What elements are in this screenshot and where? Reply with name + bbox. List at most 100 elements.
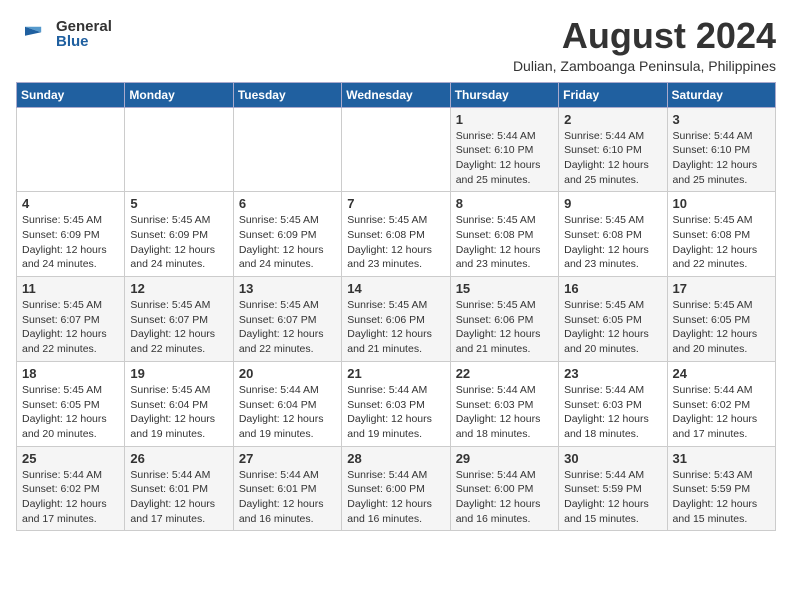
- day-info: Sunrise: 5:44 AM Sunset: 6:03 PM Dayligh…: [347, 383, 444, 442]
- calendar-cell: 24 Sunrise: 5:44 AM Sunset: 6:02 PM Dayli…: [667, 361, 775, 446]
- day-number: 25: [22, 451, 119, 466]
- calendar-cell: 8 Sunrise: 5:45 AM Sunset: 6:08 PM Daylig…: [450, 192, 558, 277]
- calendar-cell: 15 Sunrise: 5:45 AM Sunset: 6:06 PM Dayli…: [450, 277, 558, 362]
- calendar-cell: 2 Sunrise: 5:44 AM Sunset: 6:10 PM Daylig…: [559, 107, 667, 192]
- day-number: 31: [673, 451, 770, 466]
- day-number: 28: [347, 451, 444, 466]
- day-info: Sunrise: 5:44 AM Sunset: 6:02 PM Dayligh…: [673, 383, 770, 442]
- day-number: 17: [673, 281, 770, 296]
- month-year-title: August 2024: [513, 16, 776, 56]
- day-number: 3: [673, 112, 770, 127]
- calendar-header-row: SundayMondayTuesdayWednesdayThursdayFrid…: [17, 82, 776, 107]
- day-number: 14: [347, 281, 444, 296]
- calendar-cell: 14 Sunrise: 5:45 AM Sunset: 6:06 PM Dayli…: [342, 277, 450, 362]
- calendar-cell: 27 Sunrise: 5:44 AM Sunset: 6:01 PM Dayli…: [233, 446, 341, 531]
- day-number: 8: [456, 196, 553, 211]
- page-container: General Blue August 2024 Dulian, Zamboan…: [16, 16, 776, 531]
- day-info: Sunrise: 5:44 AM Sunset: 6:03 PM Dayligh…: [564, 383, 661, 442]
- day-info: Sunrise: 5:44 AM Sunset: 6:00 PM Dayligh…: [456, 468, 553, 527]
- weekday-header: Monday: [125, 82, 233, 107]
- calendar-cell: 1Sunrise: 5:44 AM Sunset: 6:10 PM Daylig…: [450, 107, 558, 192]
- logo-general-text: General: [56, 19, 112, 34]
- day-number: 19: [130, 366, 227, 381]
- day-info: Sunrise: 5:45 AM Sunset: 6:06 PM Dayligh…: [347, 298, 444, 357]
- calendar-cell: 10 Sunrise: 5:45 AM Sunset: 6:08 PM Dayli…: [667, 192, 775, 277]
- logo: General Blue: [16, 16, 112, 52]
- calendar-cell: 13Sunrise: 5:45 AM Sunset: 6:07 PM Dayli…: [233, 277, 341, 362]
- weekday-header: Wednesday: [342, 82, 450, 107]
- day-number: 1: [456, 112, 553, 127]
- weekday-header: Saturday: [667, 82, 775, 107]
- calendar-cell: 7Sunrise: 5:45 AM Sunset: 6:08 PM Daylig…: [342, 192, 450, 277]
- day-info: Sunrise: 5:44 AM Sunset: 5:59 PM Dayligh…: [564, 468, 661, 527]
- day-info: Sunrise: 5:45 AM Sunset: 6:05 PM Dayligh…: [673, 298, 770, 357]
- day-number: 18: [22, 366, 119, 381]
- day-number: 29: [456, 451, 553, 466]
- calendar-cell: 22Sunrise: 5:44 AM Sunset: 6:03 PM Dayli…: [450, 361, 558, 446]
- day-info: Sunrise: 5:45 AM Sunset: 6:06 PM Dayligh…: [456, 298, 553, 357]
- day-info: Sunrise: 5:45 AM Sunset: 6:08 PM Dayligh…: [673, 213, 770, 272]
- calendar-table: SundayMondayTuesdayWednesdayThursdayFrid…: [16, 82, 776, 532]
- logo-label: General Blue: [56, 19, 112, 49]
- day-number: 30: [564, 451, 661, 466]
- day-info: Sunrise: 5:45 AM Sunset: 6:05 PM Dayligh…: [564, 298, 661, 357]
- calendar-week-row: 1 Sunrise: 5:44 AM Sunset: 6:10 PM Daylig…: [17, 107, 776, 192]
- day-number: 10: [673, 196, 770, 211]
- day-number: 2: [564, 112, 661, 127]
- calendar-cell: [342, 107, 450, 192]
- calendar-cell: 4 Sunrise: 5:45 AM Sunset: 6:09 PM Daylig…: [17, 192, 125, 277]
- day-info: Sunrise: 5:45 AM Sunset: 6:07 PM Dayligh…: [239, 298, 336, 357]
- day-info: Sunrise: 5:45 AM Sunset: 6:08 PM Dayligh…: [456, 213, 553, 272]
- calendar-week-row: 18Sunrise: 5:45 AM Sunset: 6:05 PM Dayli…: [17, 361, 776, 446]
- title-block: August 2024 Dulian, Zamboanga Peninsula,…: [513, 16, 776, 74]
- day-number: 26: [130, 451, 227, 466]
- calendar-cell: 21Sunrise: 5:44 AM Sunset: 6:03 PM Dayli…: [342, 361, 450, 446]
- header: General Blue August 2024 Dulian, Zamboan…: [16, 16, 776, 74]
- calendar-cell: 20Sunrise: 5:44 AM Sunset: 6:04 PM Dayli…: [233, 361, 341, 446]
- day-info: Sunrise: 5:44 AM Sunset: 6:00 PM Dayligh…: [347, 468, 444, 527]
- calendar-cell: 3 Sunrise: 5:44 AM Sunset: 6:10 PM Daylig…: [667, 107, 775, 192]
- calendar-cell: 29 Sunrise: 5:44 AM Sunset: 6:00 PM Dayli…: [450, 446, 558, 531]
- day-info: Sunrise: 5:45 AM Sunset: 6:08 PM Dayligh…: [564, 213, 661, 272]
- day-number: 12: [130, 281, 227, 296]
- day-info: Sunrise: 5:44 AM Sunset: 6:01 PM Dayligh…: [130, 468, 227, 527]
- day-number: 5: [130, 196, 227, 211]
- calendar-cell: 28 Sunrise: 5:44 AM Sunset: 6:00 PM Dayli…: [342, 446, 450, 531]
- calendar-cell: 11Sunrise: 5:45 AM Sunset: 6:07 PM Dayli…: [17, 277, 125, 362]
- day-number: 24: [673, 366, 770, 381]
- day-info: Sunrise: 5:44 AM Sunset: 6:10 PM Dayligh…: [673, 129, 770, 188]
- weekday-header: Tuesday: [233, 82, 341, 107]
- day-number: 16: [564, 281, 661, 296]
- logo-icon: [16, 16, 52, 52]
- day-info: Sunrise: 5:45 AM Sunset: 6:09 PM Dayligh…: [22, 213, 119, 272]
- day-number: 15: [456, 281, 553, 296]
- weekday-header: Thursday: [450, 82, 558, 107]
- day-info: Sunrise: 5:45 AM Sunset: 6:04 PM Dayligh…: [130, 383, 227, 442]
- calendar-cell: [17, 107, 125, 192]
- calendar-cell: 18Sunrise: 5:45 AM Sunset: 6:05 PM Dayli…: [17, 361, 125, 446]
- calendar-cell: 30 Sunrise: 5:44 AM Sunset: 5:59 PM Dayli…: [559, 446, 667, 531]
- day-info: Sunrise: 5:45 AM Sunset: 6:09 PM Dayligh…: [130, 213, 227, 272]
- calendar-cell: 5 Sunrise: 5:45 AM Sunset: 6:09 PM Daylig…: [125, 192, 233, 277]
- day-info: Sunrise: 5:45 AM Sunset: 6:07 PM Dayligh…: [22, 298, 119, 357]
- calendar-cell: 25 Sunrise: 5:44 AM Sunset: 6:02 PM Dayli…: [17, 446, 125, 531]
- calendar-cell: 6Sunrise: 5:45 AM Sunset: 6:09 PM Daylig…: [233, 192, 341, 277]
- calendar-cell: [125, 107, 233, 192]
- day-number: 6: [239, 196, 336, 211]
- day-number: 4: [22, 196, 119, 211]
- day-info: Sunrise: 5:45 AM Sunset: 6:08 PM Dayligh…: [347, 213, 444, 272]
- day-info: Sunrise: 5:44 AM Sunset: 6:02 PM Dayligh…: [22, 468, 119, 527]
- calendar-cell: 23Sunrise: 5:44 AM Sunset: 6:03 PM Dayli…: [559, 361, 667, 446]
- day-info: Sunrise: 5:44 AM Sunset: 6:01 PM Dayligh…: [239, 468, 336, 527]
- calendar-week-row: 4 Sunrise: 5:45 AM Sunset: 6:09 PM Daylig…: [17, 192, 776, 277]
- day-number: 20: [239, 366, 336, 381]
- calendar-cell: [233, 107, 341, 192]
- weekday-header: Sunday: [17, 82, 125, 107]
- logo-blue-text: Blue: [56, 34, 112, 49]
- day-info: Sunrise: 5:44 AM Sunset: 6:03 PM Dayligh…: [456, 383, 553, 442]
- day-number: 27: [239, 451, 336, 466]
- calendar-cell: 26 Sunrise: 5:44 AM Sunset: 6:01 PM Dayli…: [125, 446, 233, 531]
- calendar-cell: 17 Sunrise: 5:45 AM Sunset: 6:05 PM Dayli…: [667, 277, 775, 362]
- day-info: Sunrise: 5:44 AM Sunset: 6:10 PM Dayligh…: [564, 129, 661, 188]
- location-subtitle: Dulian, Zamboanga Peninsula, Philippines: [513, 58, 776, 74]
